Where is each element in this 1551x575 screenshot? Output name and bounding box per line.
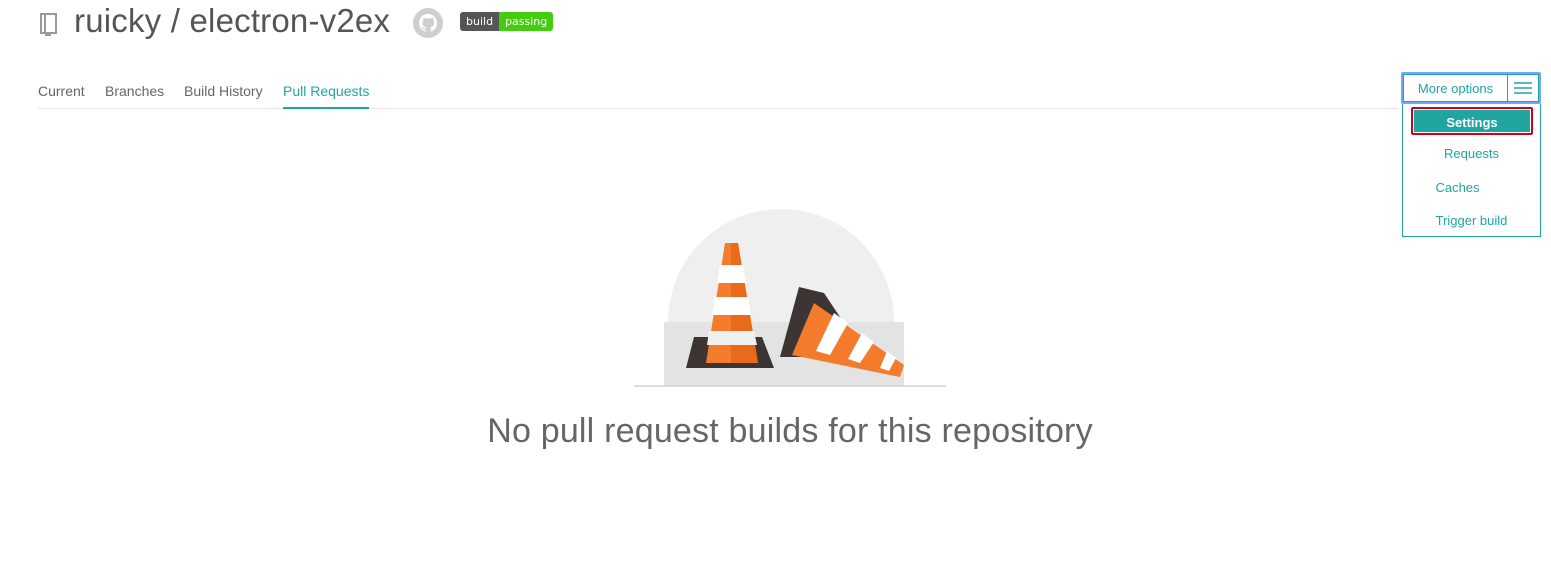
hamburger-menu-icon[interactable]: [1507, 74, 1539, 102]
repo-icon: [40, 13, 57, 36]
tab-build-history[interactable]: Build History: [184, 83, 263, 107]
badge-status: passing: [499, 12, 554, 31]
github-icon[interactable]: [412, 7, 444, 39]
more-options-dropdown: Settings Requests Caches Trigger build: [1402, 104, 1541, 237]
tab-pull-requests[interactable]: Pull Requests: [283, 83, 370, 109]
traffic-cones-illustration: [634, 209, 946, 387]
tab-branches[interactable]: Branches: [105, 83, 164, 107]
tab-current[interactable]: Current: [38, 83, 85, 107]
menu-item-trigger-build[interactable]: Trigger build: [1403, 213, 1540, 228]
more-options-button[interactable]: More options: [1401, 72, 1541, 104]
repo-title[interactable]: ruicky / electron-v2ex: [74, 0, 390, 42]
menu-item-caches[interactable]: Caches: [1403, 180, 1540, 195]
menu-item-requests[interactable]: Requests: [1403, 146, 1540, 161]
page: ruicky / electron-v2ex build passing Cur…: [0, 0, 1551, 575]
build-status-badge[interactable]: build passing: [460, 12, 554, 31]
repo-tabs: Current Branches Build History Pull Requ…: [38, 74, 1398, 109]
badge-label: build: [460, 12, 500, 31]
empty-state-message: No pull request builds for this reposito…: [487, 412, 1093, 450]
menu-item-settings[interactable]: Settings: [1411, 107, 1533, 135]
more-options-label: More options: [1403, 74, 1507, 102]
